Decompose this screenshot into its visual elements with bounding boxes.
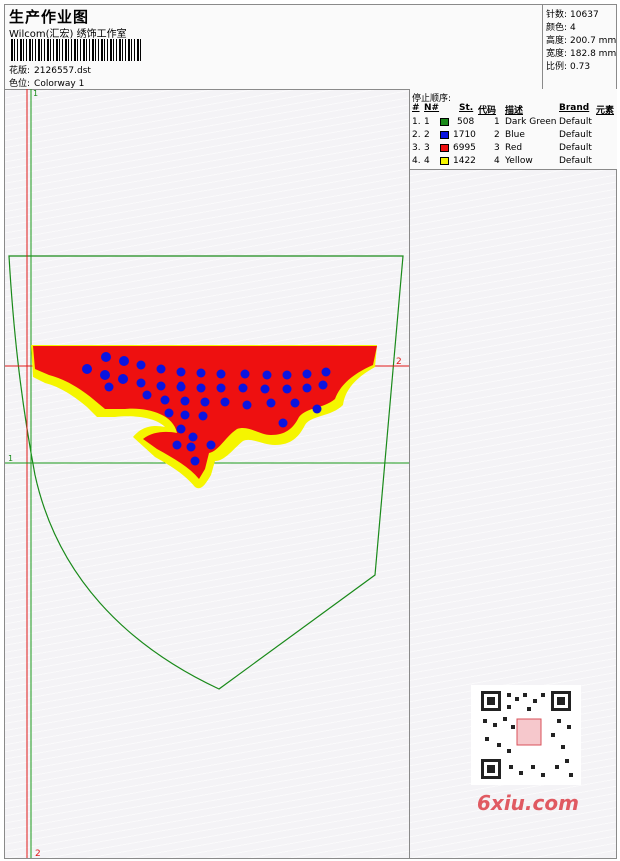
qr-code xyxy=(471,685,581,785)
production-sheet: 生产作业图 Wilcom(汇宏) 绣饰工作室 花版: 2126557.dst 色位… xyxy=(4,4,617,859)
guide-label-v1-top: 1 xyxy=(33,89,38,98)
watermark-text: 6xiu.com xyxy=(477,791,579,815)
guide-label-h2-right: 2 xyxy=(396,357,402,367)
guide-label-v1-bottom: 2 xyxy=(35,849,41,858)
guide-label-h1-left: 1 xyxy=(8,454,13,463)
